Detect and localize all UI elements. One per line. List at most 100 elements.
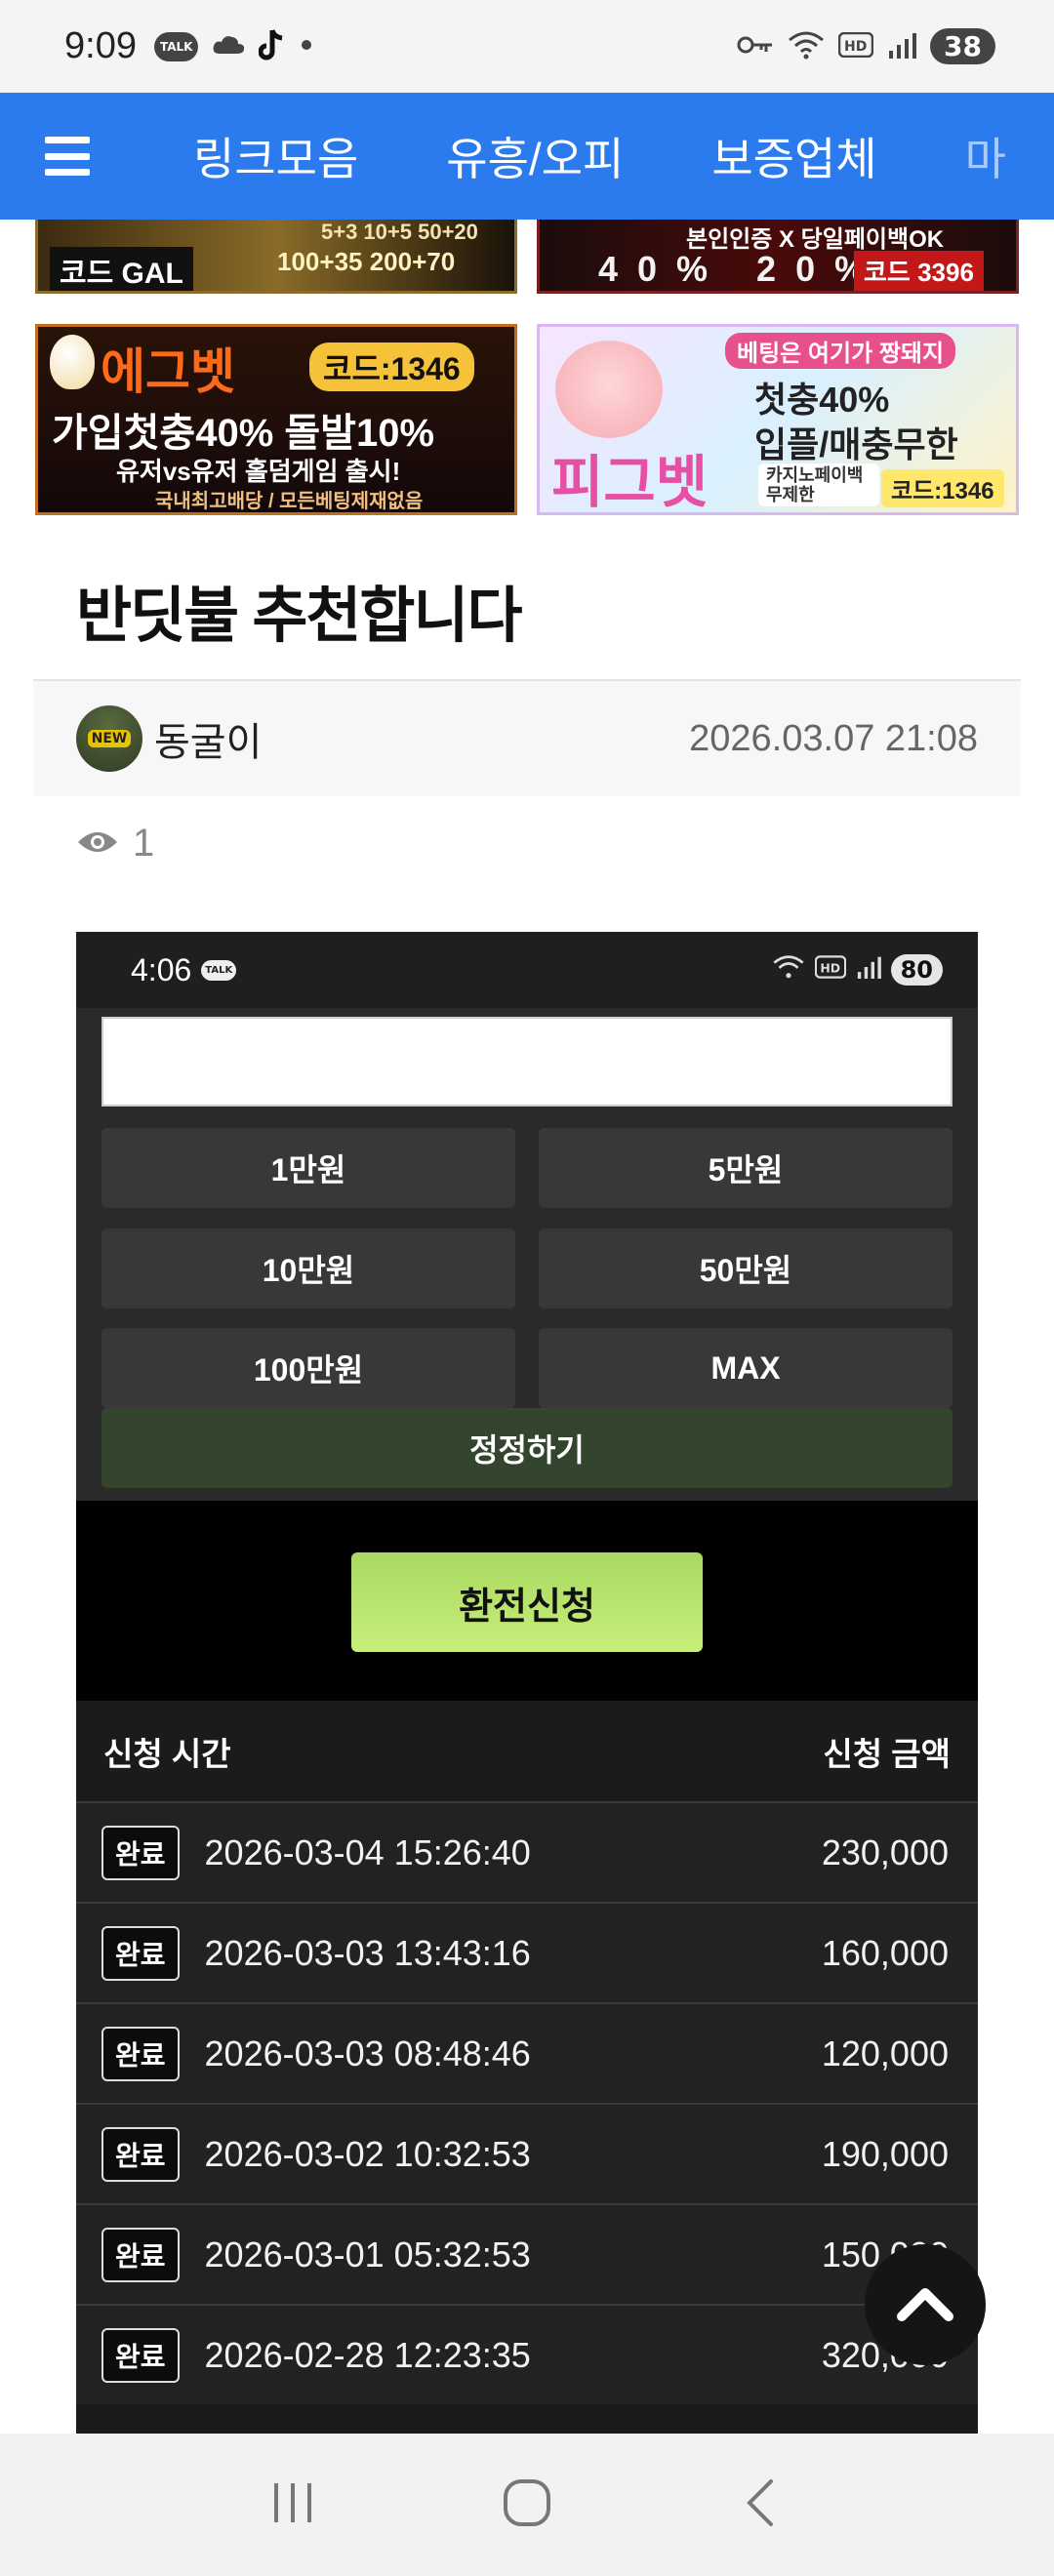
table-row: 완료 2026-03-03 08:48:46 120,000 bbox=[76, 2002, 978, 2103]
banner-gal[interactable]: 5+3 10+5 50+20 100+35 200+70 코드 GAL bbox=[35, 220, 517, 294]
history-table: 완료 2026-03-04 15:26:40 230,000 완료 2026-0… bbox=[76, 1801, 978, 2404]
cloud-icon bbox=[212, 34, 245, 60]
row-time: 2026-03-01 05:32:53 bbox=[204, 2234, 531, 2274]
avatar-new-badge: NEW bbox=[87, 730, 132, 747]
row-amount: 190,000 bbox=[821, 2133, 949, 2174]
banner-3396-line2: 40% 20% bbox=[598, 249, 886, 289]
amount-max-button[interactable]: MAX bbox=[539, 1328, 953, 1408]
screenshot-hd-icon: HD bbox=[814, 955, 846, 985]
status-badge: 완료 bbox=[101, 2227, 180, 2282]
status-badge: 완료 bbox=[101, 1925, 180, 1981]
banner-pigbet-code: 코드:1346 bbox=[881, 469, 1004, 507]
amount-50k-button[interactable]: 5만원 bbox=[539, 1128, 953, 1208]
article-title: 반딧불 추천합니다 bbox=[76, 583, 523, 650]
signal-icon bbox=[887, 31, 917, 62]
status-time: 9:09 bbox=[64, 25, 137, 66]
wifi-icon bbox=[788, 30, 825, 63]
header-request-amount: 신청 금액 bbox=[823, 1735, 951, 1772]
screenshot-wifi-icon bbox=[772, 954, 805, 986]
nav-item-links[interactable]: 링크모음 bbox=[193, 124, 358, 188]
view-count-value: 1 bbox=[133, 822, 155, 865]
avatar[interactable]: NEW bbox=[76, 705, 142, 772]
banner-pigbet[interactable]: 베팅은 여기가 짱돼지 첫충40% 입플/매충무한 피그벳 카지노페이백 무제한… bbox=[537, 324, 1019, 515]
banner-pigbet-tag: 베팅은 여기가 짱돼지 bbox=[725, 333, 956, 369]
nav-item-more[interactable]: 마 bbox=[965, 124, 1006, 188]
amount-500k-button[interactable]: 50만원 bbox=[539, 1228, 953, 1308]
nav-item-entertainment[interactable]: 유흥/오피 bbox=[446, 124, 624, 188]
system-navigation-bar bbox=[0, 2434, 1054, 2576]
table-row: 완료 2026-03-02 10:32:53 190,000 bbox=[76, 2103, 978, 2203]
scroll-to-top-button[interactable] bbox=[865, 2244, 986, 2365]
banner-eggbet-line1: 가입첫충40% 돌발10% bbox=[52, 412, 435, 455]
nav-item-verified[interactable]: 보증업체 bbox=[711, 124, 876, 188]
row-time: 2026-03-02 10:32:53 bbox=[204, 2133, 531, 2174]
status-badge: 완료 bbox=[101, 2126, 180, 2182]
screenshot-time: 4:06 bbox=[131, 951, 192, 987]
banner-pigbet-line3: 카지노페이백 무제한 bbox=[758, 463, 879, 506]
svg-text:HD: HD bbox=[844, 39, 867, 55]
amount-input[interactable] bbox=[101, 1017, 953, 1107]
banner-eggbet-line3: 국내최고배당 / 모든베팅제재없음 bbox=[155, 491, 424, 512]
hd-icon: HD bbox=[837, 31, 874, 61]
home-icon bbox=[502, 2477, 552, 2532]
banner-pigbet-line1: 첫충40% bbox=[754, 380, 890, 420]
amount-100k-button[interactable]: 10만원 bbox=[101, 1228, 515, 1308]
status-badge: 완료 bbox=[101, 1825, 180, 1880]
banner-pigbet-line2: 입플/매충무한 bbox=[754, 424, 958, 464]
exchange-request-button[interactable]: 환전신청 bbox=[351, 1552, 703, 1652]
recent-apps-button[interactable] bbox=[254, 2466, 332, 2544]
back-button[interactable] bbox=[722, 2466, 800, 2544]
screenshot-status-icons: HD 80 bbox=[772, 954, 943, 986]
banner-eggbet-line2: 유저vs유저 홀덤게임 출시! bbox=[116, 457, 401, 486]
banner-gal-code: 코드 GAL bbox=[50, 247, 193, 291]
status-badge: 완료 bbox=[101, 2327, 180, 2383]
back-icon bbox=[742, 2477, 781, 2532]
amount-panel: 1만원 5만원 10만원 50만원 100만원 MAX 정정하기 bbox=[76, 1008, 978, 1501]
page: 9:09 TALK HD 38 링크모음 유흥/오피 보증업체 마 5+3 10… bbox=[0, 0, 1054, 2576]
svg-text:HD: HD bbox=[820, 960, 840, 975]
embedded-screenshot: 4:06 TALK HD 80 1만원 5만원 10만원 50만원 100만원 … bbox=[76, 932, 978, 2435]
row-amount: 160,000 bbox=[821, 1932, 949, 1973]
correct-button[interactable]: 정정하기 bbox=[101, 1408, 953, 1488]
banner-gal-line1: 5+3 10+5 50+20 bbox=[321, 220, 478, 244]
banner-3396[interactable]: 본인인증 X 당일페이백OK 40% 20% 코드 3396 bbox=[537, 220, 1019, 294]
dot-icon bbox=[300, 37, 313, 56]
row-amount: 120,000 bbox=[821, 2033, 949, 2073]
row-time: 2026-02-28 12:23:35 bbox=[204, 2334, 531, 2375]
screenshot-signal-icon bbox=[856, 955, 881, 985]
row-amount: 230,000 bbox=[821, 1831, 949, 1872]
talk-icon: TALK bbox=[153, 31, 199, 61]
status-left-icons: TALK bbox=[153, 28, 314, 65]
row-time: 2026-03-03 08:48:46 bbox=[204, 2033, 531, 2073]
row-time: 2026-03-04 15:26:40 bbox=[204, 1831, 531, 1872]
hamburger-menu-icon[interactable] bbox=[45, 137, 90, 176]
banner-3396-code: 코드 3396 bbox=[854, 251, 984, 291]
status-badge: 완료 bbox=[101, 2026, 180, 2081]
row-time: 2026-03-03 13:43:16 bbox=[204, 1932, 531, 1973]
table-row: 완료 2026-03-03 13:43:16 160,000 bbox=[76, 1902, 978, 2002]
banner-eggbet-code: 코드:1346 bbox=[309, 342, 474, 391]
nav-items: 링크모음 유흥/오피 보증업체 마 bbox=[193, 124, 1006, 188]
egg-icon bbox=[50, 335, 95, 389]
apply-section: 환전신청 bbox=[76, 1501, 978, 1701]
history-table-header: 신청 시간 신청 금액 bbox=[76, 1701, 978, 1801]
header-request-time: 신청 시간 bbox=[103, 1735, 231, 1772]
tiktok-icon bbox=[259, 28, 286, 65]
banner-eggbet-brand: 에그벳 bbox=[101, 344, 235, 399]
battery-indicator: 38 bbox=[930, 28, 995, 64]
table-row: 완료 2026-03-04 15:26:40 230,000 bbox=[76, 1801, 978, 1902]
banner-gal-line2: 100+35 200+70 bbox=[277, 247, 456, 276]
author-name[interactable]: 동굴이 bbox=[154, 710, 262, 767]
home-button[interactable] bbox=[488, 2466, 566, 2544]
top-navbar: 링크모음 유흥/오피 보증업체 마 bbox=[0, 93, 1054, 220]
banner-eggbet[interactable]: 에그벳 코드:1346 가입첫충40% 돌발10% 유저vs유저 홀덤게임 출시… bbox=[35, 324, 517, 515]
eye-icon bbox=[76, 822, 119, 865]
table-row: 완료 2026-03-01 05:32:53 150,000 bbox=[76, 2203, 978, 2304]
banner-pigbet-brand: 피그벳 bbox=[551, 451, 709, 514]
table-row: 완료 2026-02-28 12:23:35 320,000 bbox=[76, 2304, 978, 2404]
amount-10k-button[interactable]: 1만원 bbox=[101, 1128, 515, 1208]
amount-1m-button[interactable]: 100만원 bbox=[101, 1328, 515, 1408]
pig-mascot-icon bbox=[555, 341, 663, 438]
key-icon bbox=[737, 34, 774, 60]
recent-apps-icon bbox=[268, 2479, 317, 2530]
